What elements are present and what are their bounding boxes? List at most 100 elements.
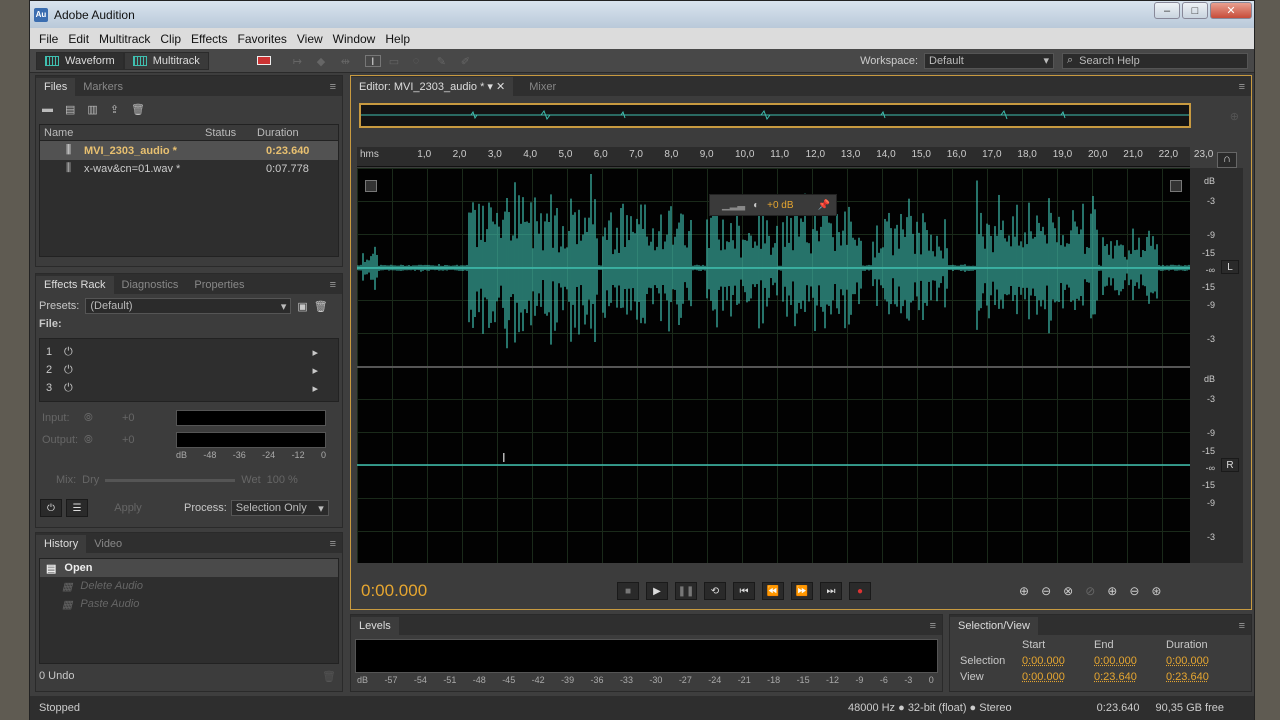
menu-file[interactable]: File <box>34 32 63 46</box>
output-gain-icon[interactable]: ⦾ <box>84 434 122 447</box>
col-status[interactable]: Status <box>205 127 257 139</box>
tab-markers[interactable]: Markers <box>75 78 131 96</box>
history-item[interactable]: ▤ Open <box>40 559 338 577</box>
tab-editor[interactable]: Editor: MVI_2303_audio * ▾ ✕ <box>351 77 514 96</box>
zoom-out-amplitude-icon[interactable]: ⊖ <box>1041 584 1051 598</box>
record-mode-icon[interactable] <box>256 56 271 65</box>
tab-files[interactable]: Files <box>36 78 76 96</box>
gain-knob-icon[interactable]: ◐ <box>753 200 759 211</box>
menu-effects[interactable]: Effects <box>186 32 232 46</box>
waveform-button[interactable]: Waveform <box>36 51 124 70</box>
apply-button[interactable]: Apply <box>92 502 164 514</box>
menu-view[interactable]: View <box>292 32 328 46</box>
tab-mixer[interactable]: Mixer <box>521 78 564 96</box>
skip-end-icon[interactable]: ⏭ <box>820 582 842 600</box>
selection-end[interactable]: 0:00.000 <box>1094 655 1166 667</box>
razor-tool-icon[interactable]: ◆ <box>317 55 333 68</box>
power-icon[interactable]: ⏻ <box>64 382 73 395</box>
view-end[interactable]: 0:23.640 <box>1094 671 1166 683</box>
search-help-input[interactable]: ⌕ Search Help <box>1062 52 1248 69</box>
marquee-tool-icon[interactable]: ▭ <box>389 55 405 68</box>
healing-tool-icon[interactable]: ✐ <box>461 55 477 68</box>
panel-menu-icon[interactable]: ≡ <box>324 276 342 294</box>
file-row[interactable]: ⫼ x-wav&cn=01.wav * 0:07.778 <box>40 160 338 177</box>
zoom-in-time-icon[interactable]: ⊕ <box>1107 584 1117 598</box>
waveform-display[interactable]: ▁▂▃ ◐ +0 dB 📌 I <box>357 168 1190 563</box>
panel-menu-icon[interactable]: ≡ <box>324 535 342 553</box>
minimize-button[interactable]: – <box>1154 2 1180 19</box>
channel-left-toggle[interactable]: L <box>1221 260 1239 274</box>
hud-gain[interactable]: ▁▂▃ ◐ +0 dB 📌 <box>709 194 837 216</box>
insert-icon[interactable]: ⇪ <box>110 103 119 116</box>
play-icon[interactable]: ▶ <box>646 582 668 600</box>
effect-slot[interactable]: 2 ⏻ ▸ <box>40 361 338 379</box>
slot-arrow-icon[interactable]: ▸ <box>312 346 318 359</box>
panel-menu-icon[interactable]: ≡ <box>1233 617 1251 635</box>
save-preset-icon[interactable]: ▣ <box>297 300 307 313</box>
skip-start-icon[interactable]: ⏮ <box>733 582 755 600</box>
menu-multitrack[interactable]: Multitrack <box>94 32 155 46</box>
time-selection-tool-icon[interactable]: I <box>364 54 381 68</box>
trash-icon[interactable]: 🗑 <box>314 300 328 313</box>
col-name[interactable]: Name <box>40 127 205 139</box>
zoom-out-time-icon[interactable]: ⊖ <box>1129 584 1139 598</box>
process-select[interactable]: Selection Only ▾ <box>230 500 329 516</box>
pin-icon[interactable]: 📌 <box>818 200 830 211</box>
new-file-icon[interactable]: ▥ <box>87 103 97 116</box>
headphones-icon[interactable]: ∩ <box>1217 152 1237 168</box>
lasso-tool-icon[interactable]: ◌ <box>413 55 429 67</box>
trash-icon[interactable]: 🗑 <box>131 103 145 116</box>
selection-start[interactable]: 0:00.000 <box>1022 655 1094 667</box>
trash-icon[interactable]: 🗑 <box>322 670 336 683</box>
time-ruler[interactable]: hms 1,0 2,0 3,0 4,0 5,0 6,0 7,0 8,0 9,0 10,0 11,0 12… <box>357 147 1213 167</box>
file-row[interactable]: ⫼ MVI_2303_audio * 0:23.640 <box>40 141 338 160</box>
panel-menu-icon[interactable]: ≡ <box>924 617 942 635</box>
menu-edit[interactable]: Edit <box>63 32 94 46</box>
history-item[interactable]: ▦ Paste Audio <box>40 595 338 613</box>
channel-right-toggle[interactable]: R <box>1221 458 1239 472</box>
tab-selection-view[interactable]: Selection/View <box>950 617 1038 635</box>
mix-slider[interactable] <box>105 478 236 482</box>
slot-arrow-icon[interactable]: ▸ <box>312 364 318 377</box>
input-gain-icon[interactable]: ⦾ <box>84 412 122 425</box>
list-icon[interactable]: ☰ <box>66 499 88 517</box>
overview-bar[interactable] <box>359 103 1191 128</box>
fast-forward-icon[interactable]: ⏩ <box>791 582 813 600</box>
zoom-full-icon[interactable]: ⊗ <box>1063 584 1073 598</box>
maximize-button[interactable]: □ <box>1182 2 1208 19</box>
move-tool-icon[interactable]: ↦ <box>293 55 309 68</box>
tab-history[interactable]: History <box>36 535 87 553</box>
power-icon[interactable]: ⏻ <box>40 499 62 517</box>
effect-slot[interactable]: 3 ⏻ ▸ <box>40 379 338 397</box>
workspace-select[interactable]: Default ▾ <box>924 52 1054 69</box>
menu-window[interactable]: Window <box>328 32 381 46</box>
history-item[interactable]: ▦ Delete Audio <box>40 577 338 595</box>
menu-help[interactable]: Help <box>380 32 415 46</box>
slip-tool-icon[interactable]: ⇹ <box>341 55 357 68</box>
power-icon[interactable]: ⏻ <box>64 364 73 377</box>
tab-diagnostics[interactable]: Diagnostics <box>114 276 187 294</box>
tab-levels[interactable]: Levels <box>351 617 399 635</box>
close-button[interactable]: ✕ <box>1210 2 1252 19</box>
presets-select[interactable]: (Default) ▾ <box>85 298 292 314</box>
fade-out-handle[interactable] <box>1170 180 1182 192</box>
fade-in-handle[interactable] <box>365 180 377 192</box>
menu-favorites[interactable]: Favorites <box>233 32 292 46</box>
record-icon[interactable]: ● <box>849 582 871 600</box>
brush-tool-icon[interactable]: ✎ <box>437 55 453 68</box>
selection-duration[interactable]: 0:00.000 <box>1166 655 1236 667</box>
tab-effects-rack[interactable]: Effects Rack <box>36 276 114 294</box>
menu-clip[interactable]: Clip <box>155 32 186 46</box>
view-duration[interactable]: 0:23.640 <box>1166 671 1236 683</box>
pause-icon[interactable]: ❚❚ <box>675 582 697 600</box>
panel-menu-icon[interactable]: ≡ <box>324 78 342 96</box>
zoom-full-icon[interactable]: ⊕ <box>1230 110 1239 123</box>
zoom-selection-icon[interactable]: ⊘ <box>1085 584 1095 598</box>
tab-properties[interactable]: Properties <box>186 276 252 294</box>
rewind-icon[interactable]: ⏪ <box>762 582 784 600</box>
multitrack-button[interactable]: Multitrack <box>123 51 209 70</box>
view-start[interactable]: 0:00.000 <box>1022 671 1094 683</box>
col-duration[interactable]: Duration <box>257 127 299 139</box>
zoom-reset-icon[interactable]: ⊛ <box>1151 584 1161 598</box>
zoom-in-amplitude-icon[interactable]: ⊕ <box>1019 584 1029 598</box>
